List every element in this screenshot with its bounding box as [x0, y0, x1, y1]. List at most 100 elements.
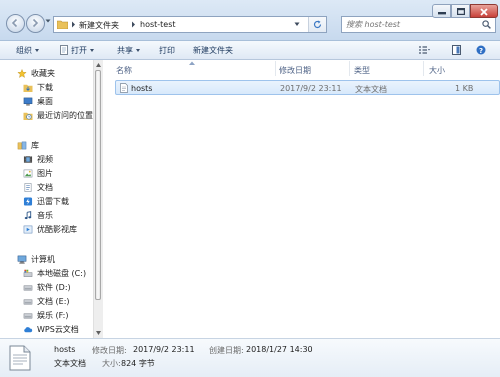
nav-videos-label: 视频 [37, 155, 53, 164]
address-bar[interactable]: 新建文件夹 host-test [53, 16, 327, 33]
videos-icon [23, 156, 33, 163]
search-input[interactable] [342, 17, 482, 32]
search-icon[interactable] [482, 20, 491, 29]
drive-icon [23, 313, 33, 319]
recent-places-icon [23, 112, 33, 120]
title-bar: 新建文件夹 host-test [0, 0, 500, 41]
view-options-icon[interactable] [419, 46, 430, 54]
file-type: 文本文档 [355, 85, 387, 94]
new-folder-button[interactable]: 新建文件夹 [193, 45, 233, 56]
breadcrumb-new-folder[interactable]: 新建文件夹 [79, 20, 119, 31]
maximize-button[interactable] [451, 4, 470, 18]
drive-icon [23, 285, 33, 291]
nav-music-label: 音乐 [37, 211, 53, 220]
wps-cloud-icon [24, 327, 33, 333]
share-menu[interactable]: 共享 [117, 45, 140, 56]
nav-drive-c-label: 本地磁盘 (C:) [37, 269, 87, 278]
table-row[interactable]: hosts 2017/9/2 23:11 文本文档 1 KB [115, 80, 500, 95]
nav-recent-places-label: 最近访问的位置 [37, 111, 93, 120]
details-created-label: 创建日期: [209, 346, 244, 355]
libraries-icon [17, 141, 27, 150]
scrollbar-thumb[interactable] [95, 70, 101, 300]
forward-arrow-icon [32, 18, 39, 28]
breadcrumb-host-test[interactable]: host-test [140, 20, 176, 29]
system-drive-icon [23, 269, 33, 277]
details-file-name: hosts [54, 345, 76, 354]
nav-computer-label: 计算机 [31, 255, 55, 264]
pictures-icon [23, 169, 33, 178]
navigation-scrollbar[interactable] [93, 60, 103, 338]
nav-drive-f-label: 娱乐 (F:) [37, 311, 69, 320]
details-modified-value: 2017/9/2 23:11 [133, 345, 195, 354]
desktop-icon [23, 97, 33, 106]
back-button[interactable] [6, 14, 25, 33]
sort-ascending-icon [189, 61, 195, 65]
nav-desktop-label: 桌面 [37, 97, 53, 106]
text-file-icon [120, 83, 128, 93]
explorer-window: 新建文件夹 host-test 组织 打开 [0, 0, 500, 377]
documents-icon [24, 183, 32, 192]
breadcrumb-separator-icon[interactable] [71, 21, 76, 28]
star-icon [17, 69, 27, 78]
column-header-type[interactable]: 类型 [349, 60, 423, 76]
nav-thunder-downloads-label: 迅雷下载 [37, 197, 69, 206]
open-document-icon [60, 45, 68, 55]
column-header-name[interactable]: 名称 [103, 60, 275, 76]
nav-libraries-label: 库 [31, 141, 39, 150]
back-arrow-icon [11, 18, 18, 28]
computer-icon [17, 255, 27, 264]
chevron-down-icon [136, 49, 140, 52]
minimize-button[interactable] [432, 4, 451, 18]
text-file-large-icon [9, 345, 31, 371]
folder-icon [57, 20, 68, 29]
maximize-icon [457, 8, 465, 15]
refresh-button[interactable] [308, 17, 326, 32]
close-button[interactable] [470, 4, 498, 18]
thunder-download-icon [23, 197, 33, 206]
nav-downloads-label: 下载 [37, 83, 53, 92]
organize-menu[interactable]: 组织 [16, 45, 39, 56]
column-header-size[interactable]: 大小 [423, 60, 483, 76]
help-icon[interactable]: ? [476, 45, 486, 55]
nav-documents-label: 文档 [37, 183, 53, 192]
details-size-value: 824 字节 [121, 359, 155, 368]
preview-pane-icon[interactable] [452, 45, 461, 55]
nav-youku-library-label: 优酷影视库 [37, 225, 77, 234]
downloads-folder-icon [23, 84, 33, 92]
column-name-label: 名称 [116, 66, 132, 75]
drive-icon [23, 299, 33, 305]
scroll-up-icon[interactable] [96, 63, 101, 67]
address-history-dropdown-icon[interactable] [294, 22, 300, 27]
recent-pages-dropdown-icon[interactable] [45, 18, 51, 24]
command-bar: 组织 打开 共享 打印 新建文件夹 ? [0, 41, 500, 60]
refresh-icon [313, 20, 322, 29]
svg-text:?: ? [479, 47, 483, 55]
share-label: 共享 [117, 46, 133, 55]
chevron-down-icon [35, 49, 39, 52]
nav-pictures-label: 图片 [37, 169, 53, 178]
search-box[interactable] [341, 16, 496, 33]
nav-drive-e-label: 文档 (E:) [37, 297, 70, 306]
column-header-modified[interactable]: 修改日期 [275, 60, 349, 76]
file-modified: 2017/9/2 23:11 [280, 84, 342, 93]
music-icon [24, 211, 32, 220]
minimize-icon [438, 12, 446, 15]
close-icon [480, 8, 488, 16]
details-modified-label: 修改日期: [92, 346, 127, 355]
scroll-down-icon[interactable] [96, 331, 101, 335]
column-type-label: 类型 [354, 66, 370, 75]
nav-drive-d-label: 软件 (D:) [37, 283, 71, 292]
print-button[interactable]: 打印 [159, 45, 175, 56]
details-file-type: 文本文档 [54, 359, 86, 368]
file-name: hosts [131, 84, 153, 93]
details-created-value: 2018/1/27 14:30 [246, 345, 313, 354]
forward-button[interactable] [26, 14, 45, 33]
details-pane: hosts 文本文档 修改日期: 2017/9/2 23:11 大小: 824 … [0, 338, 500, 377]
column-modified-label: 修改日期 [279, 66, 311, 75]
file-size: 1 KB [455, 84, 474, 93]
youku-library-icon [23, 225, 33, 234]
navigation-pane: 收藏夹 下载 桌面 最近访问的位置 库 视频 图片 文档 迅雷下载 音乐 优酷影… [0, 60, 93, 338]
breadcrumb-separator-icon[interactable] [131, 21, 136, 28]
chevron-down-icon [90, 49, 94, 52]
open-menu[interactable]: 打开 [71, 45, 94, 56]
